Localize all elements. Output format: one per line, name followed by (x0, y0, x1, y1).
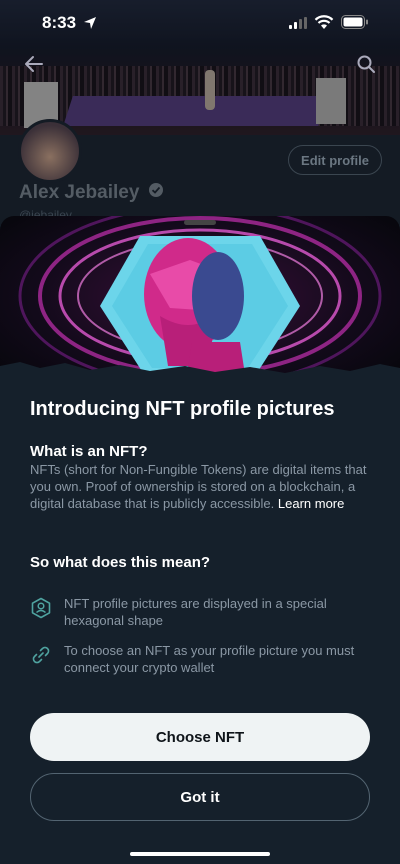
nft-description: NFTs (short for Non-Fungible Tokens) are… (30, 461, 375, 512)
meaning-heading: So what does this mean? (30, 554, 211, 571)
info-item-hexagon: NFT profile pictures are displayed in a … (30, 593, 370, 633)
learn-more-link[interactable]: Learn more (278, 496, 344, 511)
nft-intro-sheet: Introducing NFT profile pictures What is… (0, 216, 400, 864)
got-it-button[interactable]: Got it (30, 773, 370, 821)
profile-name: Alex Jebailey (19, 182, 140, 203)
hexagon-profile-icon (31, 597, 51, 619)
what-is-nft-heading: What is an NFT? (30, 443, 148, 460)
info-item-text: To choose an NFT as your profile picture… (64, 643, 355, 675)
choose-nft-button[interactable]: Choose NFT (30, 713, 370, 761)
edit-profile-button[interactable]: Edit profile (288, 145, 382, 175)
status-bar: 8:33 (0, 0, 400, 48)
cellular-signal-icon (289, 17, 307, 29)
sheet-title: Introducing NFT profile pictures (30, 398, 335, 420)
status-time: 8:33 (42, 13, 77, 32)
info-item-wallet: To choose an NFT as your profile picture… (30, 640, 370, 680)
link-icon (32, 646, 50, 664)
location-arrow-icon (84, 17, 96, 29)
sheet-grabber[interactable] (184, 220, 216, 225)
back-arrow-icon[interactable] (24, 55, 44, 73)
home-indicator[interactable] (130, 852, 270, 856)
nft-hero-illustration (0, 216, 400, 396)
avatar[interactable] (18, 119, 82, 183)
verified-badge-icon (149, 183, 163, 197)
wifi-icon (314, 15, 334, 29)
info-item-text: NFT profile pictures are displayed in a … (64, 596, 327, 628)
battery-icon (341, 15, 368, 29)
search-icon[interactable] (356, 54, 376, 74)
